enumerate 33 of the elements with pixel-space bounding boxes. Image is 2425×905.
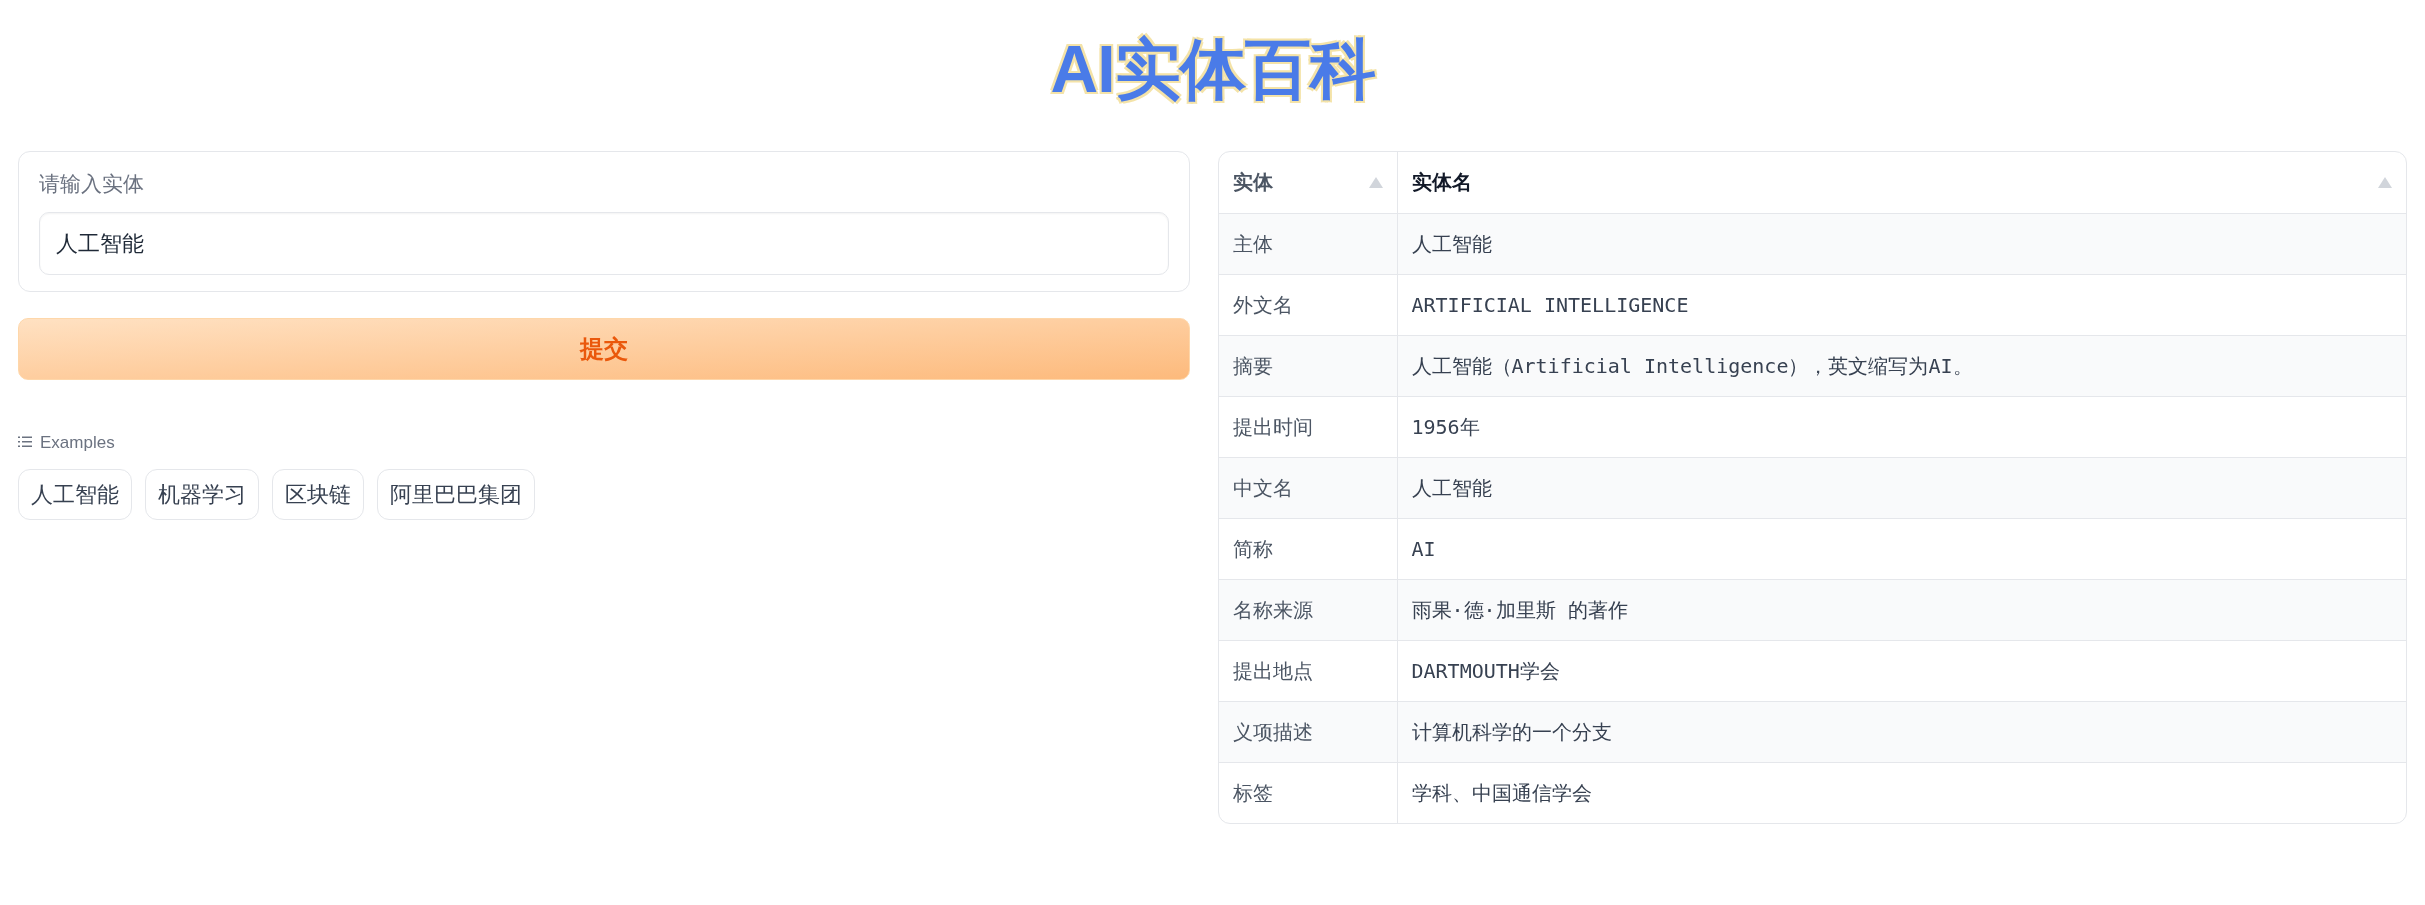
table-cell: 人工智能: [1397, 457, 2406, 519]
table-cell: 学科、中国通信学会: [1397, 762, 2406, 824]
table-cell: 1956年: [1397, 396, 2406, 458]
field-label: 请输入实体: [39, 171, 144, 198]
table-cell: ARTIFICIAL INTELLIGENCE: [1397, 274, 2406, 336]
table-cell: 主体: [1219, 213, 1397, 275]
page-title: AI实体百科: [1049, 31, 1376, 108]
examples-label: Examples: [40, 431, 115, 454]
table-cell: DARTMOUTH学会: [1397, 640, 2406, 702]
table-cell: 简称: [1219, 518, 1397, 580]
table-cell: 人工智能: [1397, 213, 2406, 275]
table-cell: 名称来源: [1219, 579, 1397, 641]
table-cell: 义项描述: [1219, 701, 1397, 763]
example-button[interactable]: 机器学习: [145, 469, 259, 521]
sort-icon[interactable]: [2378, 176, 2392, 188]
list-icon: [18, 436, 32, 449]
column-header[interactable]: 实体名: [1411, 167, 1472, 198]
table-cell: 计算机科学的一个分支: [1397, 701, 2406, 763]
table-cell: AI: [1397, 518, 2406, 580]
table-cell: 标签: [1219, 762, 1397, 824]
column-header[interactable]: 实体: [1233, 167, 1273, 198]
table-cell: 雨果·德·加里斯 的著作: [1397, 579, 2406, 641]
sort-icon[interactable]: [1368, 176, 1383, 188]
table-cell: 外文名: [1219, 274, 1397, 336]
table-cell: 提出地点: [1219, 640, 1397, 702]
example-button[interactable]: 人工智能: [18, 469, 132, 521]
entity-input-field[interactable]: 人工智能: [39, 211, 1169, 275]
example-button[interactable]: 阿里巴巴集团: [377, 469, 535, 521]
table-cell: 提出时间: [1219, 396, 1397, 458]
table-cell: 摘要: [1219, 335, 1397, 397]
example-button[interactable]: 区块链: [272, 469, 364, 521]
table-cell: 中文名: [1219, 457, 1397, 519]
table-cell: 人工智能（Artificial Intelligence），英文缩写为AI。: [1397, 335, 2406, 397]
